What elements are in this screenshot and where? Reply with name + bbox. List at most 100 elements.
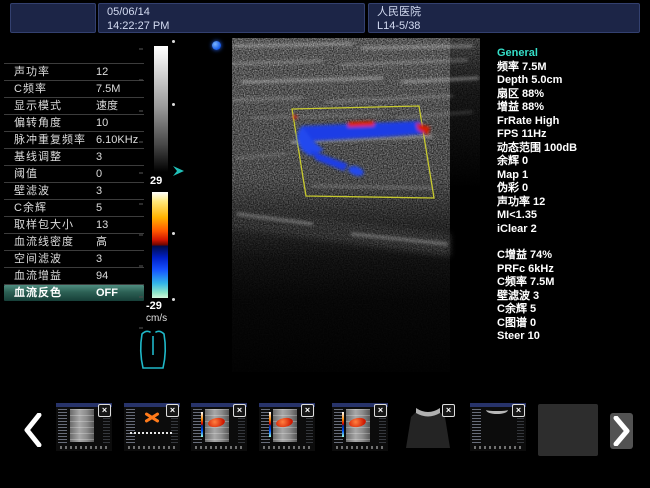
datetime-box: 05/06/14 14:22:27 PM bbox=[98, 3, 365, 33]
param-value: 3 bbox=[96, 149, 102, 165]
readout-line: C增益 74% bbox=[497, 249, 647, 263]
readout-line: Map 1 bbox=[497, 169, 647, 183]
param-label: 偏转角度 bbox=[14, 117, 62, 129]
param-label: C频率 bbox=[14, 83, 47, 95]
param-value: 13 bbox=[96, 217, 108, 233]
param-label: 壁滤波 bbox=[14, 185, 50, 197]
param-label: 显示模式 bbox=[14, 100, 62, 112]
param-label: 血流反色 bbox=[14, 287, 62, 299]
grayscale-bar bbox=[154, 46, 168, 172]
readout-line: MI<1.35 bbox=[497, 209, 647, 223]
param-value: OFF bbox=[96, 285, 118, 301]
param-label: 声功率 bbox=[14, 66, 50, 78]
readout-line: C图谱 0 bbox=[497, 317, 647, 331]
param-value: 3 bbox=[96, 251, 102, 267]
param-value: 12 bbox=[96, 64, 108, 80]
depth-mark-1 bbox=[172, 103, 175, 106]
param-row-display-mode[interactable]: 显示模式速度 bbox=[4, 98, 144, 115]
readout-line: 增益 88% bbox=[497, 101, 647, 115]
param-row-c-persistence[interactable]: C余辉5 bbox=[4, 200, 144, 217]
param-value: 7.5M bbox=[96, 81, 120, 97]
thumbnail-6[interactable]: × bbox=[400, 403, 456, 451]
hospital-name: 人民医院 bbox=[377, 5, 631, 19]
color-readout-group: C增益 74% PRFc 6kHz C频率 7.5M 壁滤波 3 C余辉 5 C… bbox=[497, 249, 647, 344]
body-marker-icon[interactable] bbox=[137, 323, 169, 378]
color-velocity-bar bbox=[152, 192, 168, 298]
next-thumbnails-button[interactable] bbox=[610, 413, 633, 449]
readout-line: 动态范围 100dB bbox=[497, 142, 647, 156]
readout-line: FrRate High bbox=[497, 115, 647, 129]
ultrasound-image[interactable] bbox=[232, 38, 480, 372]
close-icon[interactable]: × bbox=[233, 404, 246, 417]
hospital-box: 人民医院 L14-5/38 bbox=[368, 3, 640, 33]
param-row-packet-size[interactable]: 取样包大小13 bbox=[4, 217, 144, 234]
readout-line: 伪彩 0 bbox=[497, 182, 647, 196]
mini-image bbox=[70, 409, 94, 442]
velocity-min-label: -29 bbox=[146, 300, 162, 312]
mini-text bbox=[58, 409, 67, 443]
close-icon[interactable]: × bbox=[166, 404, 179, 417]
thumbnail-3[interactable]: × bbox=[191, 403, 247, 451]
param-row-acoustic-power[interactable]: 声功率 12 bbox=[4, 64, 144, 81]
chevron-left-icon bbox=[23, 413, 43, 447]
mini-text bbox=[472, 409, 481, 443]
param-row-prf[interactable]: 脉冲重复频率6.10KHz bbox=[4, 132, 144, 149]
mini-colorbar bbox=[269, 412, 271, 437]
param-value: 94 bbox=[96, 268, 108, 284]
readout-line: iClear 2 bbox=[497, 223, 647, 237]
mini-filmstrip bbox=[336, 446, 384, 449]
param-label: 阈值 bbox=[14, 168, 38, 180]
readout-line: FPS 11Hz bbox=[497, 128, 647, 142]
param-label: 血流增益 bbox=[14, 270, 62, 282]
param-value: 10 bbox=[96, 115, 108, 131]
mini-filmstrip bbox=[195, 446, 243, 449]
depth-mark-4 bbox=[172, 298, 175, 301]
depth-mark-0 bbox=[172, 40, 175, 43]
param-value: 6.10KHz bbox=[96, 132, 138, 148]
param-row-wall-filter[interactable]: 壁滤波3 bbox=[4, 183, 144, 200]
param-row-c-frequency[interactable]: C频率 7.5M bbox=[4, 81, 144, 98]
param-row-flow-invert-selected[interactable]: 血流反色 OFF bbox=[4, 285, 144, 301]
date-text: 05/06/14 bbox=[107, 5, 356, 19]
readout-line: C频率 7.5M bbox=[497, 276, 647, 290]
ultrasound-screen: 05/06/14 14:22:27 PM 人民医院 L14-5/38 声功率 12… bbox=[0, 0, 650, 488]
depth-ruler-ticks bbox=[139, 48, 143, 338]
param-label: C余辉 bbox=[14, 202, 47, 214]
thumbnail-2[interactable]: × bbox=[124, 403, 180, 451]
mini-text bbox=[126, 409, 135, 443]
thumbnail-4[interactable]: × bbox=[259, 403, 315, 451]
readout-line: 余辉 0 bbox=[497, 155, 647, 169]
thumbnail-5[interactable]: × bbox=[332, 403, 388, 451]
mini-filmstrip bbox=[60, 446, 108, 449]
mini-filmstrip bbox=[474, 446, 522, 449]
readout-line: 声功率 12 bbox=[497, 196, 647, 210]
focus-marker-icon[interactable] bbox=[173, 163, 185, 181]
close-icon[interactable]: × bbox=[374, 404, 387, 417]
readout-line: Steer 10 bbox=[497, 330, 647, 344]
param-label: 血流线密度 bbox=[14, 236, 74, 248]
mini-convex-arc bbox=[486, 406, 508, 414]
readout-line: Depth 5.0cm bbox=[497, 74, 647, 88]
readout-line: 频率 7.5M bbox=[497, 61, 647, 75]
thumbnail-7[interactable]: × bbox=[470, 403, 526, 451]
close-icon[interactable]: × bbox=[442, 404, 455, 417]
thumbnail-8[interactable] bbox=[538, 404, 598, 456]
param-value: 0 bbox=[96, 166, 102, 182]
param-row-color-gain[interactable]: 血流增益 94 bbox=[4, 268, 144, 285]
param-row-spatial-filter[interactable]: 空间滤波3 bbox=[4, 251, 144, 268]
close-icon[interactable]: × bbox=[512, 404, 525, 417]
readout-line: 壁滤波 3 bbox=[497, 290, 647, 304]
close-icon[interactable]: × bbox=[98, 404, 111, 417]
param-row-baseline[interactable]: 基线调整3 bbox=[4, 149, 144, 166]
mini-spectral-trace bbox=[130, 432, 174, 434]
param-row-steer-angle[interactable]: 偏转角度 10 bbox=[4, 115, 144, 132]
close-icon[interactable]: × bbox=[301, 404, 314, 417]
param-row-line-density[interactable]: 血流线密度高 bbox=[4, 234, 144, 251]
param-row-threshold[interactable]: 阈值 0 bbox=[4, 166, 144, 183]
prev-thumbnails-button[interactable] bbox=[20, 411, 46, 449]
chevron-right-icon bbox=[613, 416, 631, 446]
mini-colorbar bbox=[342, 412, 344, 437]
thumbnail-1[interactable]: × bbox=[56, 403, 112, 451]
depth-mark-3 bbox=[172, 232, 175, 235]
section-title: General bbox=[497, 47, 647, 61]
